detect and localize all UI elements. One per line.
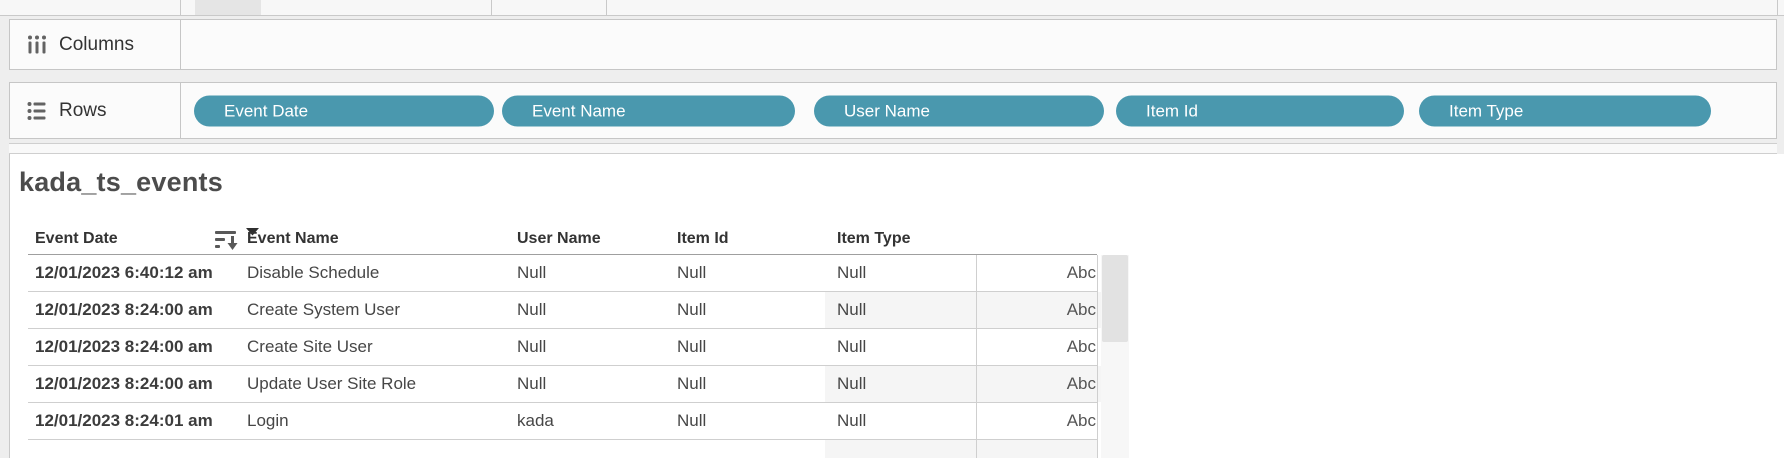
cell-item-id[interactable]: Null: [677, 255, 706, 291]
cell-event-name[interactable]: Create Site User: [247, 329, 373, 365]
cell-event-name[interactable]: Disable Schedule: [247, 255, 379, 291]
cell-user-name[interactable]: Null: [517, 329, 546, 365]
cell-event-name[interactable]: Login: [247, 403, 289, 439]
scrollbar-thumb[interactable]: [1102, 255, 1128, 342]
pill-event-date[interactable]: Event Date: [194, 95, 494, 126]
sheet-title: kada_ts_events: [19, 167, 223, 198]
top-bar-pill-fragment: [195, 0, 261, 15]
cell-item-id[interactable]: Null: [677, 329, 706, 365]
rows-icon: [26, 100, 48, 122]
cell-item-id[interactable]: Null: [677, 292, 706, 328]
rows-shelf: Rows Event Date Event Name User Name Item I…: [9, 82, 1777, 139]
column-header-item-type[interactable]: Item Type: [837, 224, 911, 254]
top-bar-divider: [180, 0, 181, 15]
top-bar-divider: [1777, 0, 1778, 15]
pill-item-id[interactable]: Item Id: [1116, 95, 1404, 126]
table-row: 12/01/2023 8:24:01 amLoginkadaNullNullAb…: [28, 403, 1097, 440]
cell-item-type[interactable]: Null: [837, 292, 866, 328]
top-bar-fragment: [0, 0, 1784, 16]
cell-item-type[interactable]: Null: [837, 329, 866, 365]
pill-event-name[interactable]: Event Name: [502, 95, 795, 126]
cell-type-abc[interactable]: Abc: [985, 366, 1106, 402]
cell-type-abc[interactable]: Abc: [985, 292, 1106, 328]
cell-item-type[interactable]: Null: [837, 403, 866, 439]
column-header-user-name[interactable]: User Name: [517, 224, 601, 254]
worksheet-area: kada_ts_events Event Date Event Name Use…: [9, 154, 1784, 458]
top-bar-divider: [491, 0, 492, 15]
column-header-event-date[interactable]: Event Date: [35, 224, 118, 254]
cell-item-type[interactable]: Null: [837, 366, 866, 402]
cell-event-date[interactable]: 12/01/2023 8:24:00 am: [35, 292, 213, 328]
pill-user-name[interactable]: User Name: [814, 95, 1104, 126]
rows-shelf-label-cell: Rows: [10, 83, 181, 138]
column-header-event-name[interactable]: Event Name: [247, 224, 339, 254]
columns-icon: [26, 34, 48, 56]
rows-shelf-label: Rows: [59, 100, 107, 122]
cell-event-name[interactable]: Update User Site Role: [247, 366, 416, 402]
table-header-row: Event Date Event Name User Name Item Id …: [28, 224, 1097, 255]
cell-type-abc[interactable]: Abc: [985, 255, 1106, 291]
rows-shelf-drop-area[interactable]: Event Date Event Name User Name Item Id Item…: [181, 83, 1776, 138]
cell-type-abc[interactable]: Abc: [985, 403, 1106, 439]
top-bar-divider: [606, 0, 607, 15]
table-row: 12/01/2023 8:24:00 am Create Site User Nul…: [28, 329, 1097, 366]
cell-event-date[interactable]: 12/01/2023 8:24:00 am: [35, 366, 213, 402]
cell-type-abc[interactable]: Abc: [985, 329, 1106, 365]
table-vertical-gridline: [1097, 255, 1098, 458]
cell-event-date[interactable]: 12/01/2023 6:40:12 am: [35, 255, 213, 291]
cell-item-id[interactable]: Null: [677, 403, 706, 439]
cell-user-name[interactable]: kada: [517, 403, 554, 439]
cell-user-name[interactable]: Null: [517, 292, 546, 328]
panel-divider-strip: [9, 143, 1777, 154]
columns-shelf: Columns: [9, 19, 1777, 70]
table-body: 12/01/2023 6:40:12 am Disable Schedule Nul…: [28, 255, 1097, 458]
table-row: 12/01/2023 8:24:00 am Update User Site Ro…: [28, 366, 1097, 403]
cell-item-id[interactable]: Null: [677, 366, 706, 402]
table-row: 12/01/2023 8:24:00 am Create System User N…: [28, 292, 1097, 329]
cell-item-type[interactable]: Null: [837, 255, 866, 291]
columns-shelf-label-cell: Columns: [10, 20, 181, 69]
table-row-partial: [28, 440, 1097, 458]
columns-shelf-drop-area[interactable]: [181, 20, 1776, 69]
cell-user-name[interactable]: Null: [517, 255, 546, 291]
row-banding: [825, 440, 1097, 458]
cell-event-date[interactable]: 12/01/2023 8:24:01 am: [35, 403, 213, 439]
pill-item-type[interactable]: Item Type: [1419, 95, 1711, 126]
cell-event-date[interactable]: 12/01/2023 8:24:00 am: [35, 329, 213, 365]
tableau-worksheet-view: Columns Rows Event Date Event Name User Na…: [0, 0, 1784, 458]
columns-shelf-label: Columns: [59, 34, 134, 56]
table-row: 12/01/2023 6:40:12 am Disable Schedule Nul…: [28, 255, 1097, 292]
cell-event-name[interactable]: Create System User: [247, 292, 400, 328]
column-header-item-id[interactable]: Item Id: [677, 224, 729, 254]
cell-user-name[interactable]: Null: [517, 366, 546, 402]
vertical-scrollbar[interactable]: [1101, 255, 1129, 458]
sort-descending-icon[interactable]: [215, 230, 241, 250]
table-vertical-gridline: [976, 255, 977, 458]
